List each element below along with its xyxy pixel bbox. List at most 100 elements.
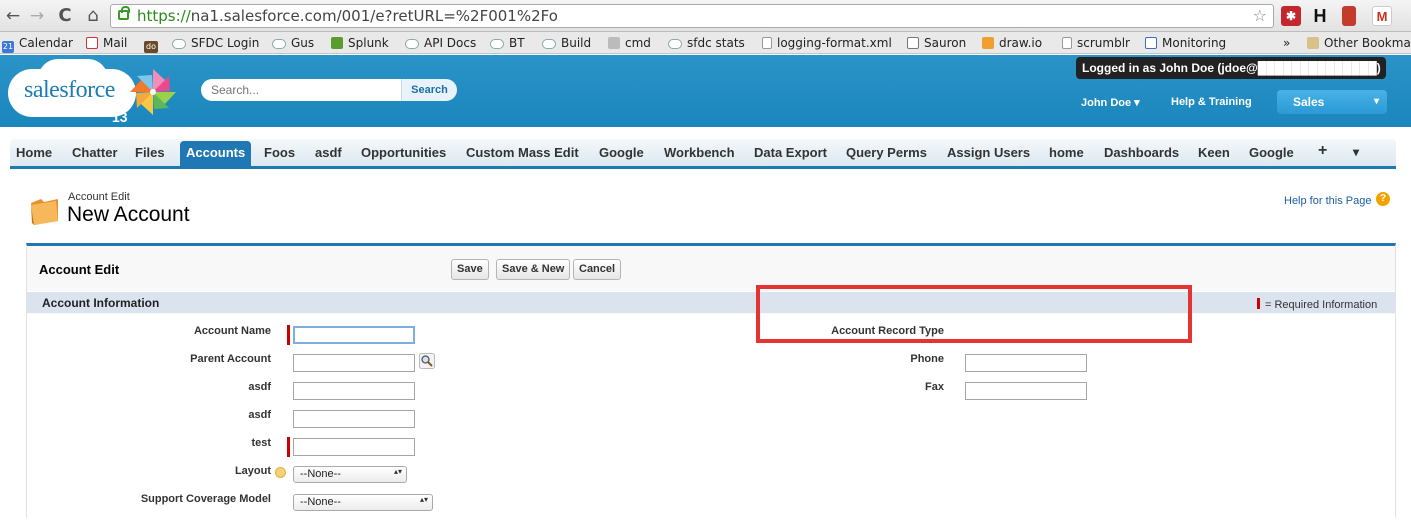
account-folder-icon — [31, 199, 58, 225]
tab-assign-users[interactable]: Assign Users — [947, 145, 1030, 160]
required-legend: = Required Information — [1257, 298, 1377, 311]
lookup-search-icon[interactable] — [419, 353, 435, 369]
bookmark-gus[interactable]: Gus — [272, 36, 314, 50]
bookmark-cmd[interactable]: cmd — [608, 36, 651, 50]
asdf-input[interactable] — [293, 382, 415, 400]
test-input[interactable] — [293, 438, 415, 456]
required-legend-text: = Required Information — [1265, 299, 1378, 311]
fax-input[interactable] — [965, 382, 1087, 400]
logo-number: 13 — [112, 109, 128, 125]
address-bar[interactable]: https://na1.salesforce.com/001/e?retURL=… — [110, 4, 1274, 28]
search-button[interactable]: Search — [401, 79, 457, 101]
tab-google[interactable]: Google — [599, 145, 644, 160]
bookmark-bt[interactable]: BT — [490, 36, 525, 50]
layout-select[interactable]: --None-- ▴▾ — [293, 466, 407, 483]
bookmark-label: Mail — [103, 36, 128, 50]
tab-workbench[interactable]: Workbench — [664, 145, 735, 160]
gmail-extension-icon[interactable]: M — [1372, 6, 1392, 26]
h-extension-icon[interactable]: H — [1310, 6, 1330, 26]
bookmark-label: BT — [509, 36, 525, 50]
back-icon[interactable]: ← — [2, 5, 24, 27]
tab-keen[interactable]: Keen — [1198, 145, 1230, 160]
required-marker — [1257, 298, 1260, 309]
select-arrows-icon: ▴▾ — [393, 467, 402, 476]
url-scheme: https:// — [137, 7, 191, 25]
tab-home-custom[interactable]: home — [1049, 145, 1084, 160]
parent-account-label: Parent Account — [190, 353, 271, 365]
tab-query-perms[interactable]: Query Perms — [846, 145, 927, 160]
help-training-link[interactable]: Help & Training — [1171, 96, 1252, 108]
tab-home[interactable]: Home — [16, 145, 52, 160]
logged-in-banner: Logged in as John Doe (jdoe@████████████… — [1076, 57, 1386, 79]
form-area: Account Name Parent Account asdf asdf te… — [27, 314, 1395, 524]
tab-custom-mass-edit[interactable]: Custom Mass Edit — [466, 145, 579, 160]
asdf-2-input[interactable] — [293, 410, 415, 428]
phone-input[interactable] — [965, 354, 1087, 372]
required-marker — [287, 437, 290, 457]
section-title: Account Information — [42, 296, 160, 310]
lastpass-extension-icon[interactable]: ✱ — [1281, 6, 1301, 26]
tab-foos[interactable]: Foos — [264, 145, 295, 160]
more-tabs-icon[interactable]: ▾ — [1353, 145, 1359, 159]
account-name-label: Account Name — [193, 325, 271, 337]
bookmark-monitoring[interactable]: Monitoring — [1145, 36, 1226, 50]
bookmark-drawio[interactable]: draw.io — [982, 36, 1042, 50]
test-label: test — [251, 437, 271, 449]
support-coverage-select[interactable]: --None-- ▴▾ — [293, 494, 433, 511]
tab-dashboards[interactable]: Dashboards — [1104, 145, 1179, 160]
cancel-button[interactable]: Cancel — [573, 259, 622, 280]
drawio-icon — [982, 37, 994, 49]
forward-icon[interactable]: → — [26, 5, 48, 27]
save-button[interactable]: Save — [451, 259, 489, 280]
bookmark-sauron[interactable]: Sauron — [907, 36, 966, 50]
bookmark-sfdc-stats[interactable]: sfdc stats — [668, 36, 745, 50]
breadcrumb: Account Edit — [68, 191, 130, 203]
tab-google-2[interactable]: Google — [1249, 145, 1294, 160]
tab-accounts[interactable]: Accounts — [180, 141, 252, 167]
fax-label: Fax — [925, 381, 944, 393]
chart-icon — [907, 37, 919, 49]
bookmark-splunk[interactable]: Splunk — [331, 36, 389, 50]
bookmark-mail[interactable]: Mail — [86, 36, 127, 50]
bookmark-logging-format[interactable]: logging-format.xml — [762, 36, 892, 50]
bookmark-build[interactable]: Build — [542, 36, 591, 50]
cloud-icon — [405, 39, 419, 49]
search-input[interactable] — [201, 79, 401, 101]
splunk-icon — [331, 37, 343, 49]
tab-files[interactable]: Files — [135, 145, 165, 160]
help-icon[interactable]: ? — [1376, 192, 1390, 206]
cmd-icon — [608, 37, 620, 49]
browser-toolbar: ← → C ⌂ https://na1.salesforce.com/001/e… — [0, 0, 1411, 32]
select-arrows-icon: ▴▾ — [419, 495, 428, 504]
support-coverage-label: Support Coverage Model — [140, 493, 271, 505]
bookmarks-overflow-icon[interactable]: » — [1283, 36, 1290, 50]
bookmark-calendar[interactable]: 21 Calendar — [2, 36, 73, 53]
bookmark-other[interactable]: Other Bookmarks — [1307, 36, 1411, 50]
help-for-page-link[interactable]: Help for this Page — [1284, 195, 1371, 207]
bookmark-scrumblr[interactable]: scrumblr — [1062, 36, 1130, 50]
bookmark-star-icon[interactable]: ☆ — [1253, 5, 1267, 27]
document-icon — [1062, 37, 1072, 49]
bookmark-do[interactable]: do — [144, 36, 163, 53]
tab-chatter[interactable]: Chatter — [72, 145, 118, 160]
save-new-button[interactable]: Save & New — [496, 259, 571, 280]
add-tab-icon[interactable]: + — [1318, 142, 1327, 160]
cloud-icon — [542, 39, 556, 49]
app-menu[interactable]: Sales ▾ — [1277, 90, 1387, 114]
bookmark-label: draw.io — [999, 36, 1043, 50]
parent-account-input[interactable] — [293, 354, 415, 372]
bookmark-api-docs[interactable]: API Docs — [405, 36, 476, 50]
account-name-input[interactable] — [293, 326, 415, 344]
bookmark-sfdc-login[interactable]: SFDC Login — [172, 36, 259, 50]
info-icon[interactable] — [275, 467, 286, 478]
tab-opportunities[interactable]: Opportunities — [361, 145, 446, 160]
reload-icon[interactable]: C — [54, 5, 76, 27]
home-icon[interactable]: ⌂ — [82, 5, 104, 27]
tab-data-export[interactable]: Data Export — [754, 145, 827, 160]
user-menu[interactable]: John Doe ▾ — [1081, 96, 1140, 109]
salesforce-logo[interactable]: salesforce 13 — [8, 59, 148, 125]
bookmark-extension-icon[interactable] — [1342, 6, 1356, 26]
tab-asdf[interactable]: asdf — [315, 145, 342, 160]
bookmark-label: Splunk — [348, 36, 389, 50]
salesforce-header: salesforce 13 Search Logged in as John D… — [0, 55, 1411, 127]
